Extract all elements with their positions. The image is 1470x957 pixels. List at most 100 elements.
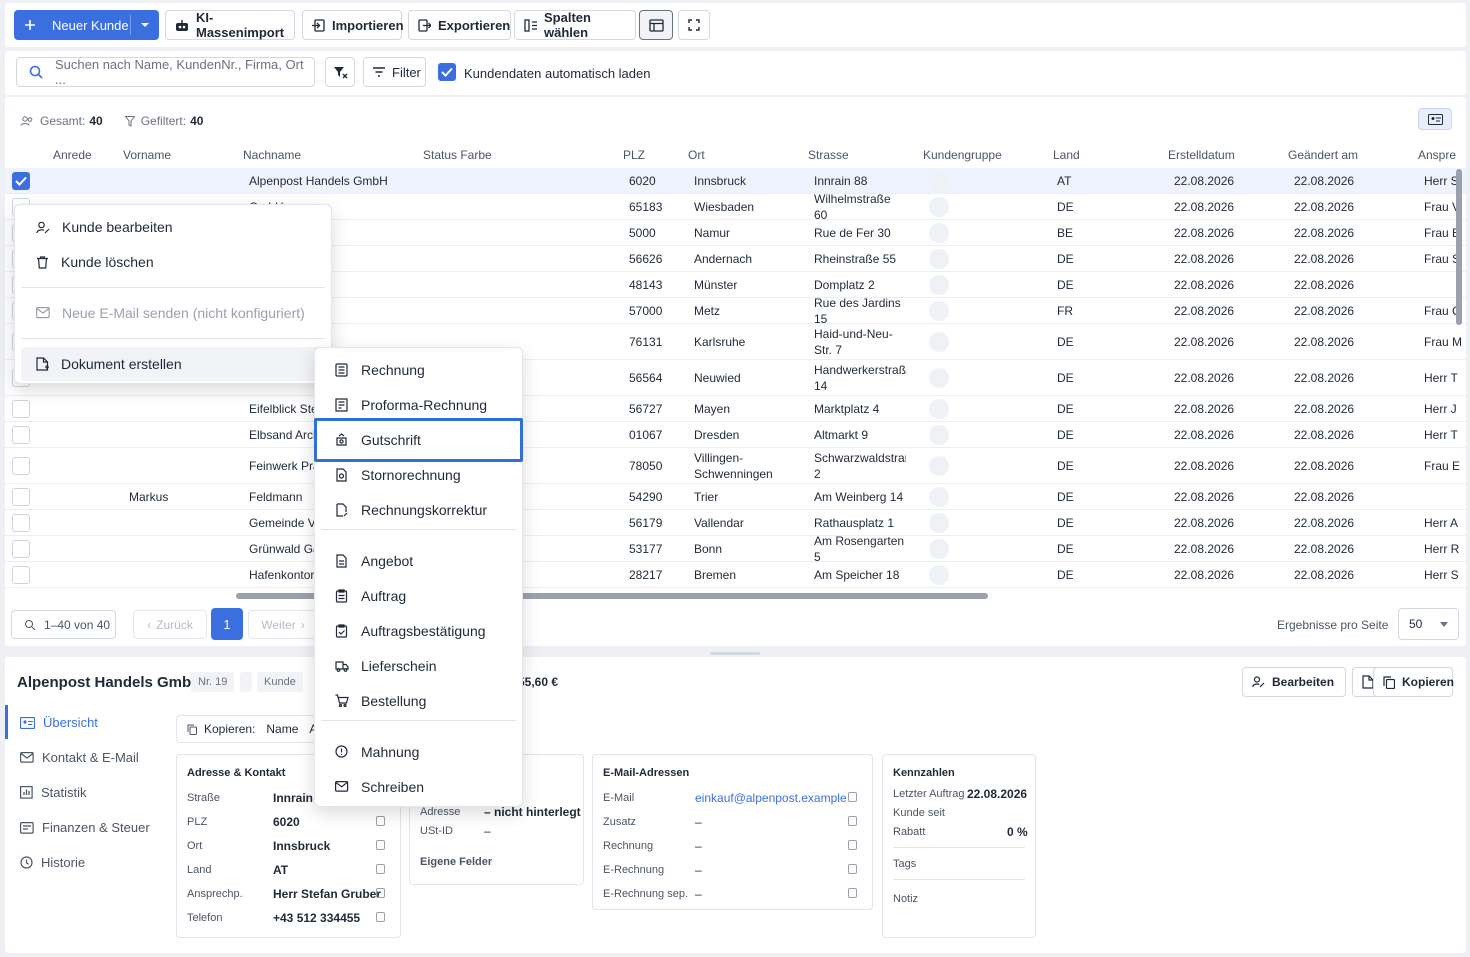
cell-ort: Villingen-Schwenningen bbox=[694, 450, 773, 481]
prev-page-button[interactable]: ‹ Zurück bbox=[133, 610, 207, 639]
row-checkbox[interactable] bbox=[12, 171, 30, 190]
cell-erstellt: 22.08.2026 bbox=[1174, 173, 1235, 188]
per-page-label: Ergebnisse pro Seite bbox=[1277, 618, 1389, 632]
submenu-item[interactable]: Rechnung bbox=[315, 353, 522, 387]
submenu-item[interactable]: Bestellung bbox=[315, 684, 522, 718]
export-button[interactable]: Exportieren bbox=[408, 10, 511, 40]
submenu-item[interactable]: Schreiben bbox=[315, 770, 522, 804]
field-value[interactable]: einkauf@alpenpost.example bbox=[695, 791, 847, 805]
page-1-button[interactable]: 1 bbox=[211, 608, 243, 640]
row-checkbox[interactable] bbox=[12, 487, 30, 506]
copy-icon[interactable] bbox=[376, 864, 385, 874]
copy-icon[interactable] bbox=[848, 840, 857, 850]
column-header[interactable]: Anrede bbox=[53, 148, 92, 162]
nav-item[interactable]: Finanzen & Steuer bbox=[20, 820, 150, 835]
copy-icon[interactable] bbox=[376, 912, 385, 922]
submenu-item[interactable]: Mahnung bbox=[315, 735, 522, 769]
field-value: – bbox=[695, 815, 702, 829]
clear-filter-button[interactable] bbox=[325, 57, 355, 87]
chevron-left-icon: ‹ bbox=[147, 617, 152, 632]
submenu-item[interactable]: Angebot bbox=[315, 544, 522, 578]
cell-ort: Vallendar bbox=[694, 515, 744, 530]
column-header[interactable]: Kundengruppe bbox=[923, 148, 1002, 162]
filter-button[interactable]: Filter bbox=[363, 57, 426, 87]
copy-icon[interactable] bbox=[848, 864, 857, 874]
vertical-scrollbar[interactable] bbox=[1456, 169, 1462, 325]
cell-plz: 53177 bbox=[629, 541, 663, 556]
row-checkbox[interactable] bbox=[12, 425, 30, 444]
copy-name-button[interactable]: Name bbox=[266, 722, 298, 736]
search-input[interactable]: Suchen nach Name, KundenNr., Firma, Ort … bbox=[16, 57, 315, 87]
table-row[interactable]: Elbsand Arch 01067 Dresden Altmarkt 9 DE 22.0… bbox=[5, 422, 1466, 448]
copy-customer-button[interactable]: Kopieren bbox=[1373, 667, 1454, 697]
row-checkbox[interactable] bbox=[12, 456, 30, 475]
table-row[interactable]: Feinwerk Prä 78050 Villingen-Schwenningen S… bbox=[5, 448, 1466, 484]
column-header[interactable]: Status Farbe bbox=[423, 148, 492, 162]
email-card: E-Mail-Adressen E-Mail einkauf@alpenpost.… bbox=[592, 754, 873, 910]
table-row[interactable]: Alpenpost Handels GmbH 6020 Innsbruck Innra… bbox=[5, 168, 1466, 194]
row-checkbox[interactable] bbox=[12, 399, 30, 418]
table-row[interactable]: Markus Feldmann 54290 Trier Am Weinberg 14 DE… bbox=[5, 484, 1466, 510]
column-header[interactable]: Anspre bbox=[1418, 148, 1456, 162]
submenu-item[interactable]: Gutschrift bbox=[314, 418, 523, 462]
submenu-item[interactable]: Rechnungskorrektur bbox=[315, 493, 522, 527]
fullscreen-button[interactable] bbox=[678, 10, 710, 40]
nav-item[interactable]: Kontakt & E-Mail bbox=[20, 750, 139, 765]
copy-icon[interactable] bbox=[848, 816, 857, 826]
submenu-item[interactable]: Stornorechnung bbox=[315, 458, 522, 492]
nav-item[interactable]: Übersicht bbox=[20, 715, 98, 730]
caret-down-icon[interactable] bbox=[140, 22, 150, 28]
submenu-item[interactable]: Auftrag bbox=[315, 579, 522, 613]
nav-item[interactable]: Statistik bbox=[20, 785, 87, 800]
submenu-item[interactable]: Proforma-Rechnung bbox=[315, 388, 522, 422]
cell-erstellt: 22.08.2026 bbox=[1174, 489, 1235, 504]
autoload-checkbox[interactable] bbox=[438, 63, 456, 81]
submenu-item[interactable]: Auftragsbestätigung bbox=[315, 614, 522, 648]
column-header[interactable]: Ort bbox=[688, 148, 705, 162]
menu-delete-customer[interactable]: Kunde löschen bbox=[15, 245, 331, 279]
row-checkbox[interactable] bbox=[12, 565, 30, 584]
ai-import-button[interactable]: KI-Massenimport bbox=[165, 10, 295, 40]
field-value: Herr Stefan Gruber bbox=[273, 887, 382, 901]
table-row[interactable]: Hafenkontor 28217 Bremen Am Speicher 18 DE 22… bbox=[5, 562, 1466, 588]
menu-create-document[interactable]: Dokument erstellen bbox=[21, 347, 325, 381]
column-header[interactable]: Nachname bbox=[243, 148, 301, 162]
copy-icon[interactable] bbox=[848, 888, 857, 898]
column-header[interactable]: Geändert am bbox=[1288, 148, 1358, 162]
submenu-item[interactable]: Lieferschein bbox=[315, 649, 522, 683]
cell-plz: 56727 bbox=[629, 401, 663, 416]
column-header[interactable]: Erstelldatum bbox=[1168, 148, 1235, 162]
robot-icon bbox=[175, 19, 189, 32]
menu-edit-customer[interactable]: Kunde bearbeiten bbox=[15, 210, 331, 244]
row-checkbox[interactable] bbox=[12, 539, 30, 558]
cell-erstellt: 22.08.2026 bbox=[1174, 401, 1235, 416]
edit-customer-button[interactable]: Bearbeiten bbox=[1242, 667, 1346, 697]
new-customer-button[interactable]: Neuer Kunde bbox=[14, 10, 159, 40]
copy-icon[interactable] bbox=[376, 816, 385, 826]
nav-item[interactable]: Historie bbox=[20, 855, 85, 870]
customer-group-badge bbox=[929, 538, 949, 559]
copy-icon[interactable] bbox=[376, 888, 385, 898]
field-label: E-Rechnung sep. bbox=[603, 888, 688, 900]
notes-label: Notiz bbox=[893, 893, 919, 905]
row-checkbox[interactable] bbox=[12, 513, 30, 532]
edit-label: Bearbeiten bbox=[1272, 675, 1335, 689]
panel-resize-handle[interactable] bbox=[710, 652, 760, 655]
copy-icon[interactable] bbox=[848, 792, 857, 802]
choose-columns-button[interactable]: Spalten wählen bbox=[514, 10, 636, 40]
table-row[interactable]: Grünwald Ga 53177 Bonn Am Rosengarten 5 DE 22… bbox=[5, 534, 1466, 564]
column-header[interactable]: Vorname bbox=[123, 148, 171, 162]
copy-icon[interactable] bbox=[376, 840, 385, 850]
autoload-label: Kundendaten automatisch laden bbox=[464, 66, 651, 81]
next-page-button[interactable]: Weiter › bbox=[248, 610, 318, 639]
discount-value: 0 % bbox=[1007, 825, 1028, 839]
table-row[interactable]: Gemeinde Va 56179 Vallendar Rathausplatz 1D… bbox=[5, 510, 1466, 536]
import-button[interactable]: Importieren bbox=[302, 10, 404, 40]
card-view-button[interactable] bbox=[1418, 108, 1452, 130]
column-header[interactable]: Land bbox=[1053, 148, 1080, 162]
table-row[interactable]: Eifelblick Ste 56727 Mayen Marktplatz 4 DE 22… bbox=[5, 396, 1466, 422]
per-page-select[interactable]: 50 bbox=[1398, 608, 1459, 640]
column-header[interactable]: PLZ bbox=[623, 148, 645, 162]
column-header[interactable]: Strasse bbox=[808, 148, 849, 162]
table-view-button[interactable] bbox=[639, 10, 673, 40]
